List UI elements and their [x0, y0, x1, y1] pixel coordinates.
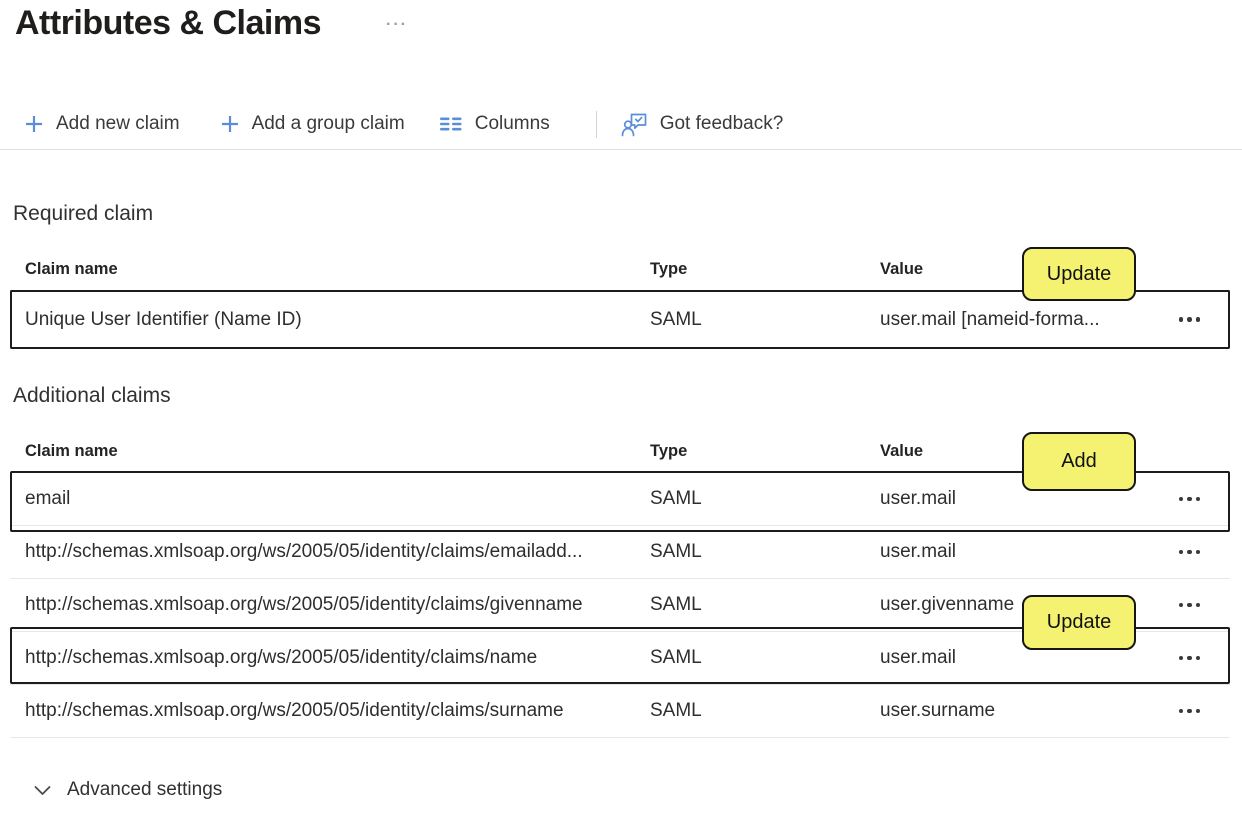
column-header-type: Type [650, 441, 688, 460]
type-cell: SAML [650, 308, 702, 330]
table-row[interactable]: http://schemas.xmlsoap.org/ws/2005/05/id… [10, 526, 1230, 579]
chevron-down-icon [34, 785, 51, 796]
claim-name-cell: http://schemas.xmlsoap.org/ws/2005/05/id… [25, 647, 538, 668]
columns-label: Columns [474, 113, 550, 134]
got-feedback-button[interactable]: Got feedback? [621, 112, 784, 137]
value-cell: user.surname [880, 700, 996, 721]
column-header-value: Value [880, 259, 924, 278]
plus-icon [220, 114, 240, 134]
value-cell: user.mail [880, 488, 957, 509]
additional-claims-table: Claim name Type Value email SAML user.mail… [10, 430, 1230, 738]
table-row[interactable]: http://schemas.xmlsoap.org/ws/2005/05/id… [10, 685, 1230, 738]
add-group-claim-button[interactable]: Add a group claim [220, 113, 405, 135]
feedback-icon [621, 112, 648, 137]
command-bar: Add new claim Add a group claim Columns [24, 103, 783, 145]
row-context-menu-button[interactable] [1178, 703, 1200, 720]
required-claim-section-title: Required claim [13, 202, 154, 225]
type-cell: SAML [650, 541, 702, 562]
column-header-type: Type [650, 259, 688, 278]
table-row[interactable]: email SAML user.mail [10, 473, 1230, 526]
table-row[interactable]: http://schemas.xmlsoap.org/ws/2005/05/id… [10, 579, 1230, 632]
column-header-claim-name: Claim name [25, 441, 118, 460]
claim-name-cell: email [25, 488, 71, 509]
additional-claims-section-title: Additional claims [13, 384, 171, 407]
claim-name-cell: http://schemas.xmlsoap.org/ws/2005/05/id… [25, 700, 564, 721]
advanced-settings-toggle[interactable]: Advanced settings [34, 779, 222, 801]
claim-name-cell: Unique User Identifier (Name ID) [25, 308, 302, 330]
toolbar-divider-rule [0, 149, 1242, 150]
toolbar-divider [595, 110, 597, 138]
claim-name-cell: http://schemas.xmlsoap.org/ws/2005/05/id… [25, 541, 583, 562]
row-context-menu-button[interactable] [1178, 311, 1200, 328]
got-feedback-label: Got feedback? [659, 113, 784, 134]
page-title: Attributes & Claims [15, 4, 322, 42]
advanced-settings-label: Advanced settings [67, 779, 223, 800]
add-group-claim-label: Add a group claim [251, 113, 405, 134]
attributes-claims-page: Attributes & Claims ··· Add new claim Ad… [0, 0, 1242, 816]
row-context-menu-button[interactable] [1178, 544, 1200, 561]
claim-name-cell: http://schemas.xmlsoap.org/ws/2005/05/id… [25, 594, 583, 615]
value-cell: user.givenname [880, 594, 1015, 615]
row-context-menu-button[interactable] [1178, 650, 1200, 667]
value-cell: user.mail [nameid-forma... [880, 308, 1100, 330]
type-cell: SAML [650, 647, 702, 668]
title-context-menu-icon[interactable]: ··· [386, 16, 408, 34]
table-row[interactable]: http://schemas.xmlsoap.org/ws/2005/05/id… [10, 632, 1230, 685]
add-new-claim-label: Add new claim [56, 113, 180, 134]
row-context-menu-button[interactable] [1178, 491, 1200, 508]
type-cell: SAML [650, 488, 702, 509]
type-cell: SAML [650, 700, 702, 721]
value-cell: user.mail [880, 541, 957, 562]
row-context-menu-button[interactable] [1178, 597, 1200, 614]
column-header-value: Value [880, 441, 924, 460]
value-cell: user.mail [880, 647, 957, 668]
columns-icon [439, 115, 463, 133]
required-claim-table: Claim name Type Value Unique User Identi… [10, 248, 1230, 349]
required-claim-table-header: Claim name Type Value [10, 248, 1230, 291]
plus-icon [24, 114, 44, 134]
add-new-claim-button[interactable]: Add new claim [24, 113, 180, 135]
additional-claims-table-header: Claim name Type Value [10, 430, 1230, 473]
table-row[interactable]: Unique User Identifier (Name ID) SAML user… [10, 291, 1230, 349]
type-cell: SAML [650, 594, 702, 615]
columns-button[interactable]: Columns [439, 113, 550, 135]
column-header-claim-name: Claim name [25, 259, 118, 278]
